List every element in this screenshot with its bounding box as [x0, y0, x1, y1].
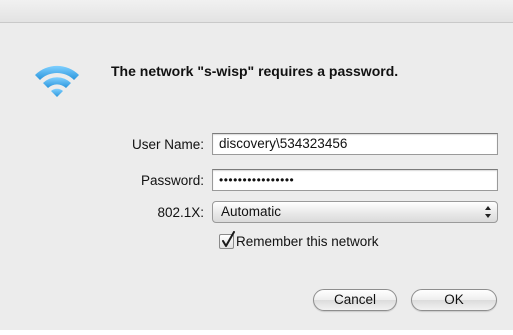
dialog-titlebar	[0, 0, 513, 23]
security-label: 802.1X:	[157, 205, 204, 220]
wifi-icon	[35, 65, 79, 97]
username-field[interactable]: discovery\534323456	[212, 133, 498, 155]
checkmark-icon	[222, 231, 235, 247]
security-select-value: Automatic	[221, 204, 282, 219]
security-select[interactable]: Automatic	[212, 201, 498, 223]
dialog-bottom-edge	[0, 330, 513, 335]
username-label: User Name:	[131, 137, 204, 152]
cancel-button[interactable]: Cancel	[313, 289, 397, 311]
remember-network-label[interactable]: Remember this network	[236, 234, 379, 249]
ok-button[interactable]: OK	[411, 289, 497, 311]
updown-arrows-icon	[485, 206, 491, 218]
dialog-heading: The network "s-wisp" requires a password…	[111, 63, 399, 79]
wifi-password-dialog: The network "s-wisp" requires a password…	[0, 0, 513, 335]
password-label: Password:	[140, 173, 204, 188]
remember-network-checkbox[interactable]	[219, 231, 235, 249]
password-field[interactable]: ••••••••••••••••	[212, 169, 498, 191]
